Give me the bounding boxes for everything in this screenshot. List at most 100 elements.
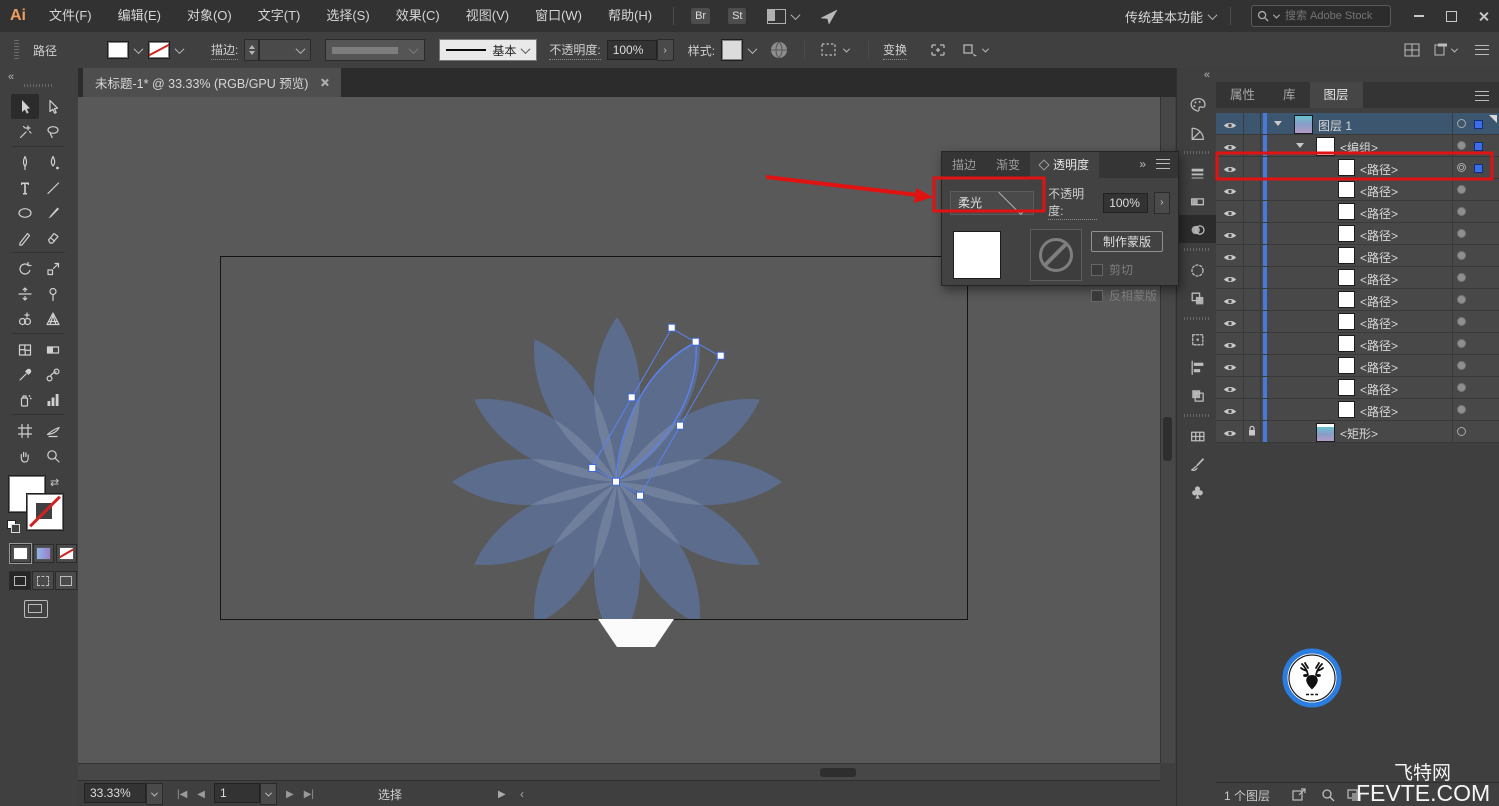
gradient-fill-button[interactable] <box>33 544 54 563</box>
maximize-button[interactable] <box>1435 3 1467 29</box>
layer-name[interactable]: <路径> <box>1360 227 1398 244</box>
tab-gradient[interactable]: 渐变 <box>986 152 1030 178</box>
menu-item[interactable]: 视图(V) <box>453 0 522 32</box>
magic-wand-tool[interactable] <box>11 119 39 144</box>
target-circle-icon[interactable] <box>1457 273 1466 282</box>
layer-row-rect[interactable]: <矩形> <box>1216 421 1499 443</box>
layer-name[interactable]: <路径> <box>1360 315 1398 332</box>
screen-mode-button[interactable] <box>24 600 48 618</box>
layer-thumbnail[interactable] <box>1316 423 1335 442</box>
menu-item[interactable]: 文字(T) <box>245 0 314 32</box>
direct-selection-tool[interactable] <box>39 94 67 119</box>
eraser-tool[interactable] <box>39 225 67 250</box>
minimize-button[interactable] <box>1403 3 1435 29</box>
slice-tool[interactable] <box>39 418 67 443</box>
layer-name[interactable]: <路径> <box>1360 161 1398 178</box>
zoom-level-value[interactable]: 33.33% <box>84 783 146 803</box>
stroke-weight-label[interactable]: 描边: <box>211 41 239 60</box>
visibility-eye-icon[interactable] <box>1223 163 1237 177</box>
lock-icon[interactable] <box>1247 425 1257 440</box>
selection-indicator[interactable] <box>1474 142 1483 151</box>
graphic-styles-panel-icon[interactable] <box>1177 284 1217 312</box>
transparency-panel-menu-icon[interactable] <box>1156 159 1170 169</box>
locate-object-icon[interactable] <box>1321 788 1335 802</box>
chevron-down-icon[interactable] <box>791 9 801 20</box>
transform-label[interactable]: 变换 <box>883 41 908 60</box>
vertical-scrollbar-thumb[interactable] <box>1163 417 1172 461</box>
layer-row-path[interactable]: <路径> <box>1216 157 1499 179</box>
paintbrush-tool[interactable] <box>39 200 67 225</box>
color-panel-icon[interactable] <box>1177 90 1217 118</box>
layer-name[interactable]: 图层 1 <box>1318 117 1352 134</box>
none-fill-button[interactable] <box>56 544 77 563</box>
blend-mode-dropdown[interactable]: 柔光 <box>950 187 1035 215</box>
workspace-grid-icon[interactable] <box>1404 43 1420 57</box>
visibility-eye-icon[interactable] <box>1223 207 1237 221</box>
hand-tool[interactable] <box>11 443 39 468</box>
flower-artwork[interactable] <box>221 257 967 647</box>
bridge-button[interactable]: Br <box>691 8 711 24</box>
layer-row-path[interactable]: <路径> <box>1216 399 1499 421</box>
layer-name[interactable]: <路径> <box>1360 381 1398 398</box>
collect-for-export-icon[interactable] <box>1292 788 1307 802</box>
zoom-tool[interactable] <box>39 443 67 468</box>
transform-handles-icon[interactable] <box>929 42 947 58</box>
horizontal-scrollbar-thumb[interactable] <box>820 768 856 777</box>
layers-panel-menu-icon[interactable] <box>1475 91 1489 101</box>
target-circle-icon[interactable] <box>1457 383 1466 392</box>
graphic-style-swatch[interactable] <box>721 39 744 61</box>
target-circle-icon[interactable] <box>1457 163 1466 172</box>
artboard[interactable] <box>220 256 968 647</box>
layer-name[interactable]: <路径> <box>1360 205 1398 222</box>
chevron-down-icon[interactable] <box>747 43 758 54</box>
width-tool[interactable] <box>11 281 39 306</box>
layer-thumbnail[interactable] <box>1338 269 1355 286</box>
stroke-weight-dropdown[interactable] <box>259 39 312 61</box>
layer-name[interactable]: <矩形> <box>1340 425 1378 442</box>
stock-search-box[interactable] <box>1251 5 1391 27</box>
visibility-eye-icon[interactable] <box>1223 405 1237 419</box>
layer-thumbnail[interactable] <box>1316 137 1335 156</box>
curvature-tool[interactable] <box>39 150 67 175</box>
search-input[interactable] <box>1283 9 1385 23</box>
tab-layers[interactable]: 图层 <box>1309 82 1363 108</box>
layer-row-layer[interactable]: 图层 1 <box>1216 113 1499 135</box>
object-thumbnail[interactable] <box>953 231 1001 279</box>
horizontal-scrollbar[interactable] <box>78 763 1160 781</box>
opacity-expand-button[interactable]: › <box>656 39 674 61</box>
stroke-color-indicator[interactable] <box>27 494 63 530</box>
menu-item[interactable]: 对象(O) <box>174 0 245 32</box>
first-artboard-icon[interactable]: |◀ <box>177 789 187 800</box>
menu-item[interactable]: 编辑(E) <box>105 0 174 32</box>
layer-thumbnail[interactable] <box>1338 159 1355 176</box>
puppet-warp-tool[interactable] <box>39 281 67 306</box>
layer-name[interactable]: <路径> <box>1360 293 1398 310</box>
type-tool[interactable] <box>11 175 39 200</box>
chevron-down-icon[interactable] <box>174 43 185 54</box>
controlbar-menu-icon[interactable] <box>1475 45 1489 55</box>
layer-thumbnail[interactable] <box>1338 291 1355 308</box>
column-graph-tool[interactable] <box>39 387 67 412</box>
target-circle-icon[interactable] <box>1457 405 1466 414</box>
stock-button[interactable]: St <box>728 8 747 24</box>
blend-tool[interactable] <box>39 362 67 387</box>
layer-thumbnail[interactable] <box>1338 357 1355 374</box>
visibility-eye-icon[interactable] <box>1223 185 1237 199</box>
layer-thumbnail[interactable] <box>1338 379 1355 396</box>
color-guide-panel-icon[interactable] <box>1177 118 1217 146</box>
visibility-eye-icon[interactable] <box>1223 141 1237 155</box>
target-circle-icon[interactable] <box>1457 207 1466 216</box>
eyedropper-tool[interactable] <box>11 362 39 387</box>
chevron-down-icon[interactable] <box>133 43 144 54</box>
workspace-switcher[interactable]: 传统基本功能 <box>1125 7 1222 26</box>
scale-tool[interactable] <box>39 256 67 281</box>
fill-color-swatch[interactable] <box>107 41 130 59</box>
opacity-label[interactable]: 不透明度: <box>549 41 601 60</box>
brush-definition-dropdown[interactable]: 基本 <box>439 39 538 61</box>
pathfinder-panel-icon[interactable] <box>1177 381 1217 409</box>
layer-row-path[interactable]: <路径> <box>1216 289 1499 311</box>
layer-name[interactable]: <路径> <box>1360 359 1398 376</box>
brushes-panel-icon[interactable] <box>1177 450 1217 478</box>
opacity-value[interactable]: 100% <box>606 40 657 60</box>
selection-tool[interactable] <box>11 94 39 119</box>
